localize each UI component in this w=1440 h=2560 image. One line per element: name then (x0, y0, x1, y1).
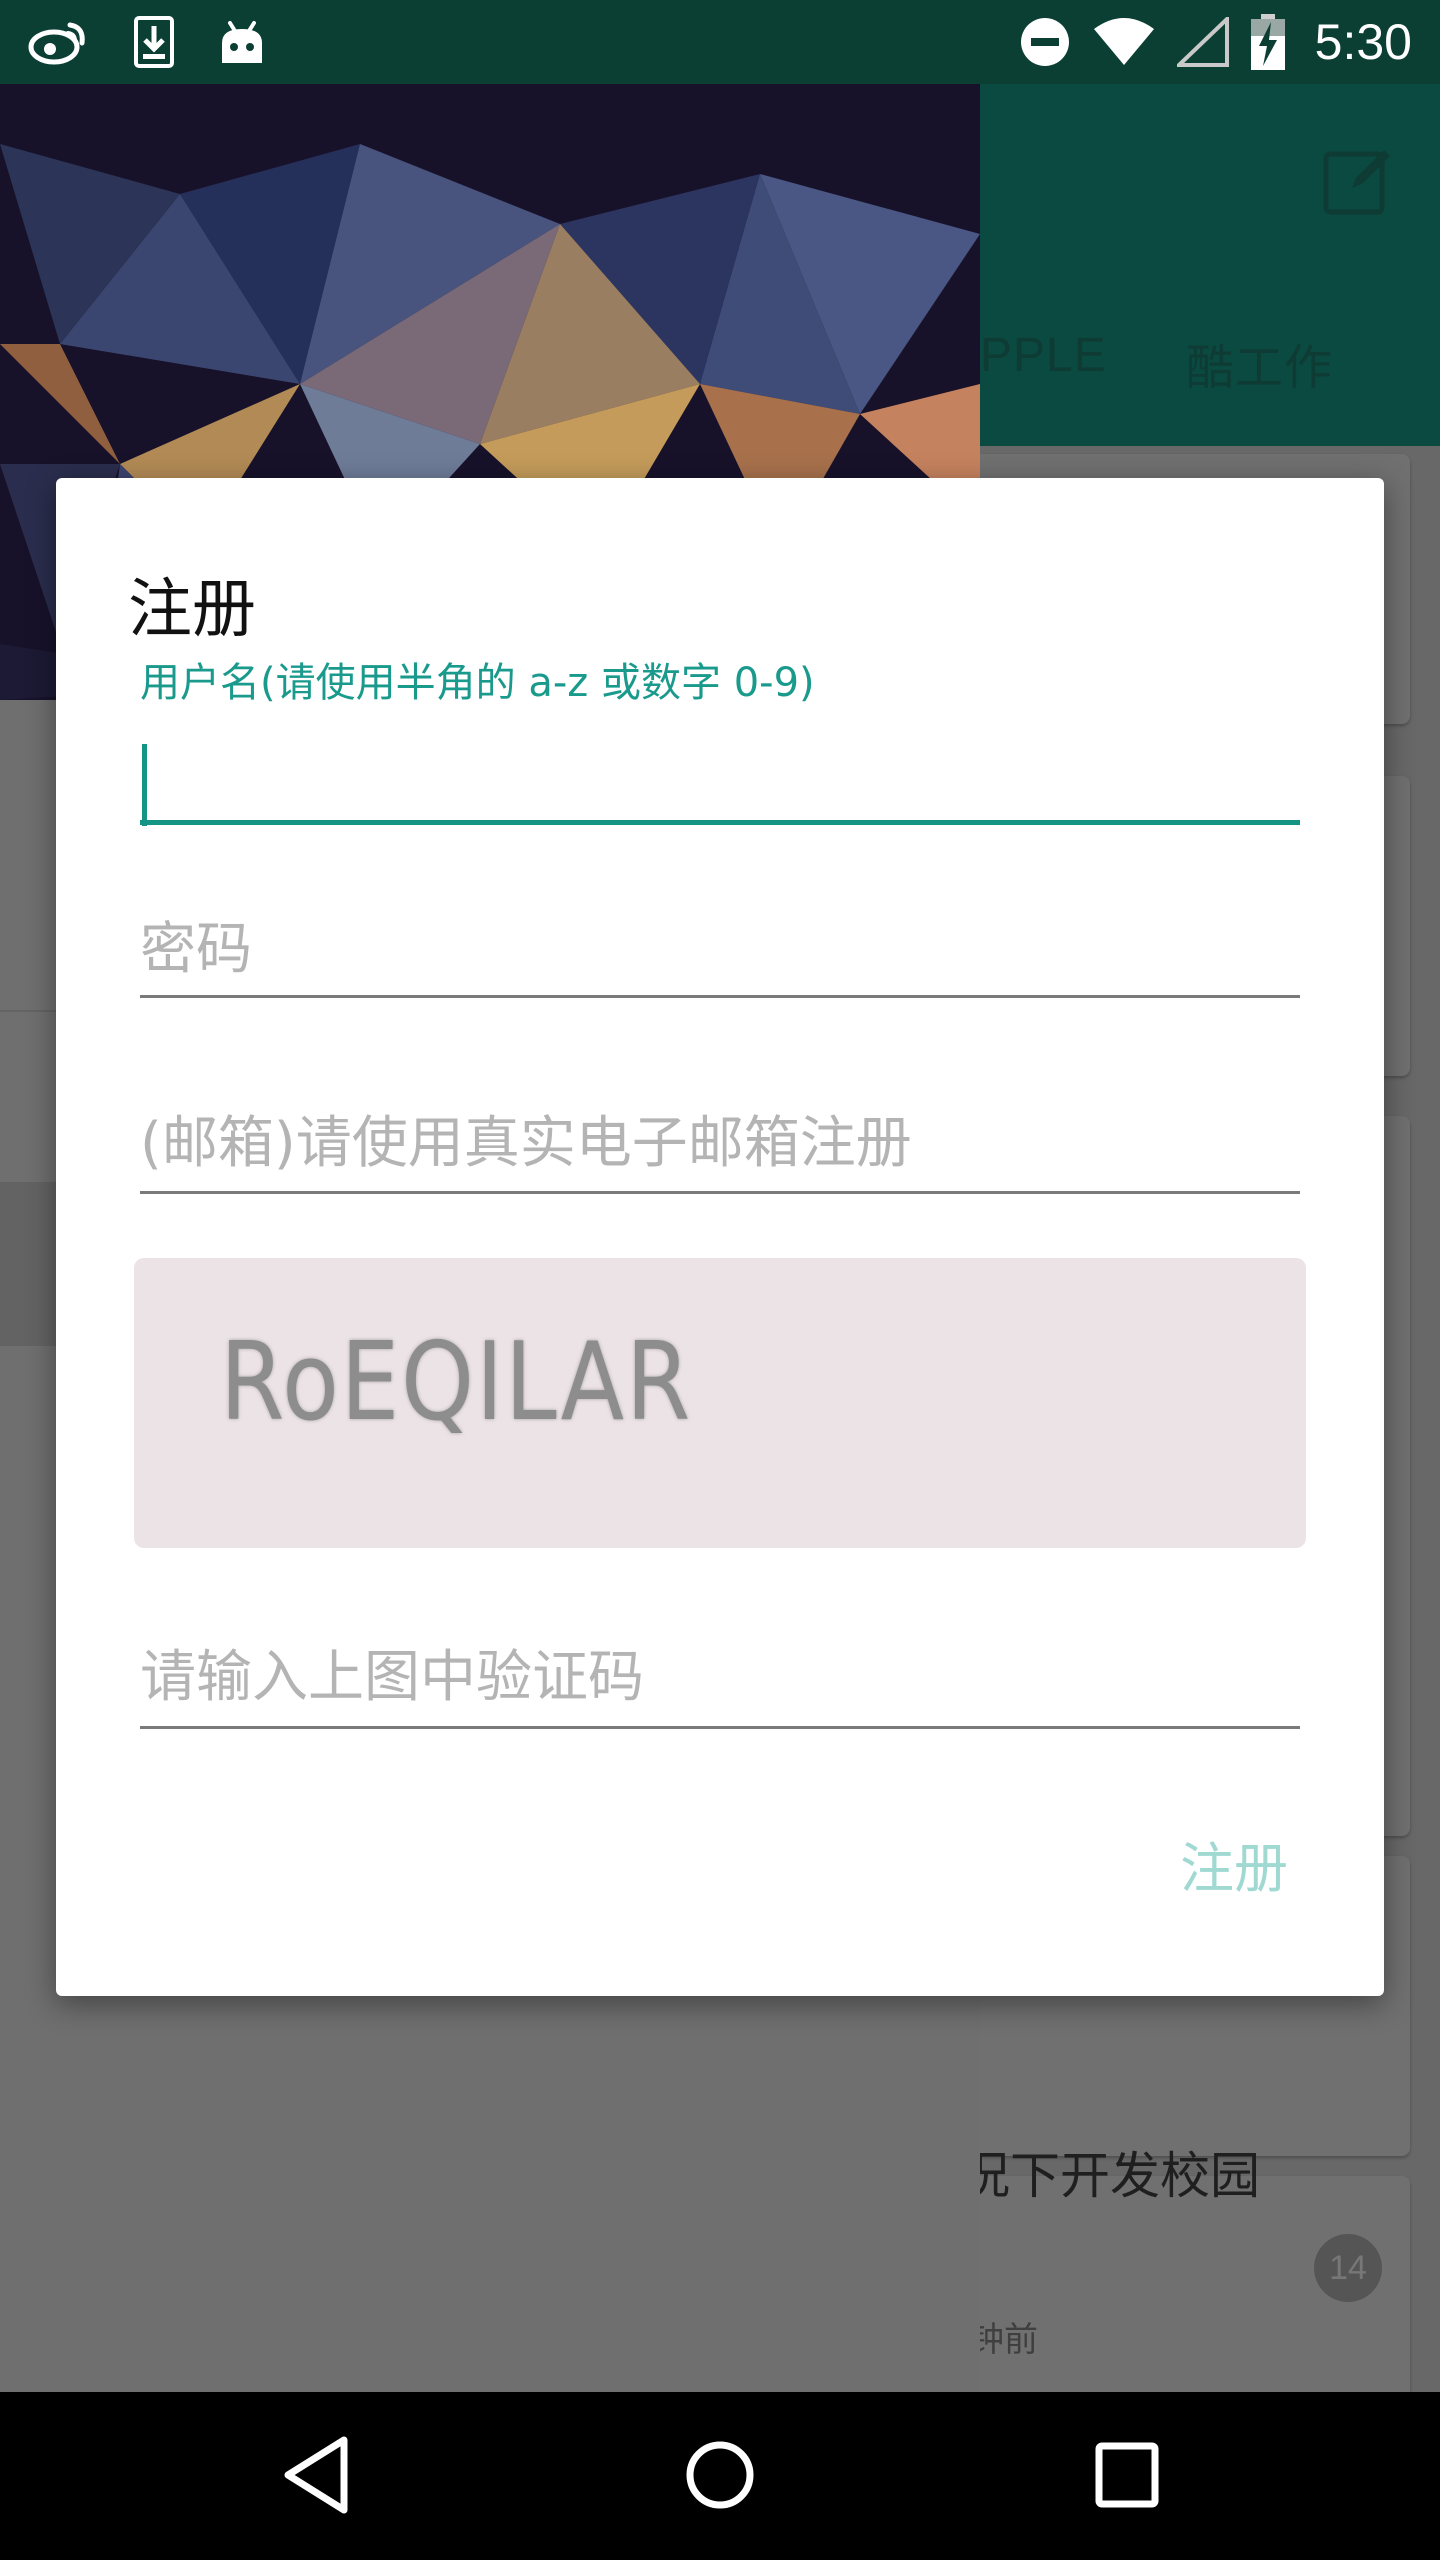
weibo-icon (28, 19, 88, 65)
password-field (140, 844, 1300, 1000)
captcha-text: RoEQILAR (220, 1320, 693, 1445)
password-underline (140, 995, 1300, 998)
captcha-image[interactable]: RoEQILAR (134, 1258, 1306, 1548)
do-not-disturb-icon (1019, 16, 1071, 68)
username-input[interactable] (140, 734, 1300, 814)
register-button[interactable]: 注册 (1180, 1824, 1288, 1903)
navigation-bar (0, 2392, 1440, 2560)
card-time: 钟前 (970, 2320, 1038, 2360)
home-icon[interactable] (684, 2436, 756, 2518)
android-icon (220, 19, 264, 65)
compose-icon[interactable] (1322, 144, 1394, 220)
comment-count-badge: 14 (1314, 2234, 1382, 2302)
tab-cool-work[interactable]: 酷工作 (1186, 328, 1333, 398)
dialog-title: 注册 (128, 573, 256, 647)
email-input[interactable] (140, 1098, 1300, 1188)
username-underline (140, 820, 1300, 825)
email-underline (140, 1191, 1300, 1194)
battery-charging-icon (1250, 14, 1285, 70)
status-bar: 5:30 (0, 0, 1440, 84)
captcha-underline (140, 1726, 1300, 1729)
recents-icon[interactable] (1094, 2436, 1160, 2518)
tab-apple[interactable]: PPLE (980, 328, 1107, 383)
status-time: 5:30 (1314, 14, 1412, 70)
captcha-field (140, 1572, 1300, 1732)
download-icon (134, 16, 174, 68)
wifi-icon (1093, 17, 1155, 67)
back-icon[interactable] (282, 2436, 350, 2518)
captcha-input[interactable] (140, 1632, 1300, 1722)
register-dialog: 注册 用户名(请使用半角的 a-z 或数字 0-9) RoEQILAR 注册 (56, 478, 1384, 1996)
email-field (140, 1042, 1300, 1198)
cell-signal-icon (1176, 17, 1229, 67)
card-title: 况下开发校园 (960, 2147, 1260, 2205)
password-input[interactable] (140, 904, 1300, 994)
username-label: 用户名(请使用半角的 a-z 或数字 0-9) (140, 660, 815, 706)
username-field: 用户名(请使用半角的 a-z 或数字 0-9) (140, 650, 1300, 826)
